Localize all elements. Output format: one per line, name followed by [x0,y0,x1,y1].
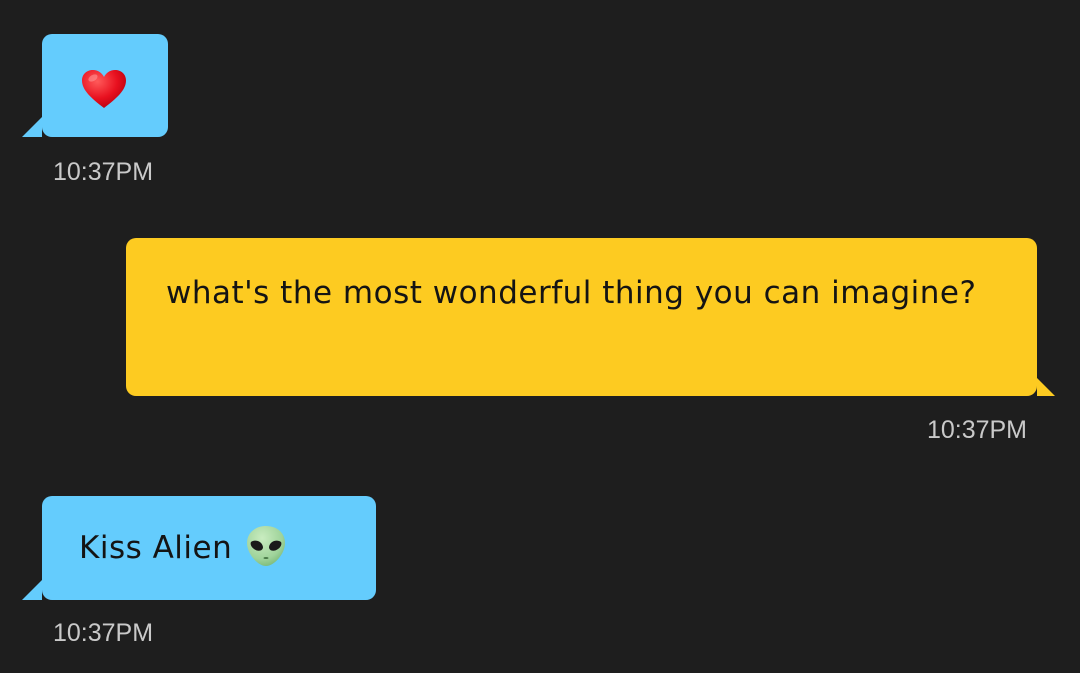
outgoing-message-bubble[interactable]: what's the most wonderful thing you can … [126,238,1055,396]
message-timestamp: 10:37PM [926,416,1027,444]
incoming-message-bubble[interactable]: Kiss Alien [22,496,376,600]
message-text: Kiss Alien [79,530,233,566]
bubble-tail [22,117,42,137]
bubble-tail [22,580,42,600]
message-text: what's the most wonderful thing you can … [166,275,977,311]
message-timestamp: 10:37PM [53,158,154,186]
message-timestamp: 10:37PM [53,619,154,647]
bubble-tail [1037,378,1055,396]
message-content: Kiss Alien [79,524,286,572]
heart-icon [82,70,126,108]
incoming-message-bubble[interactable] [22,34,168,137]
alien-icon [247,526,286,566]
